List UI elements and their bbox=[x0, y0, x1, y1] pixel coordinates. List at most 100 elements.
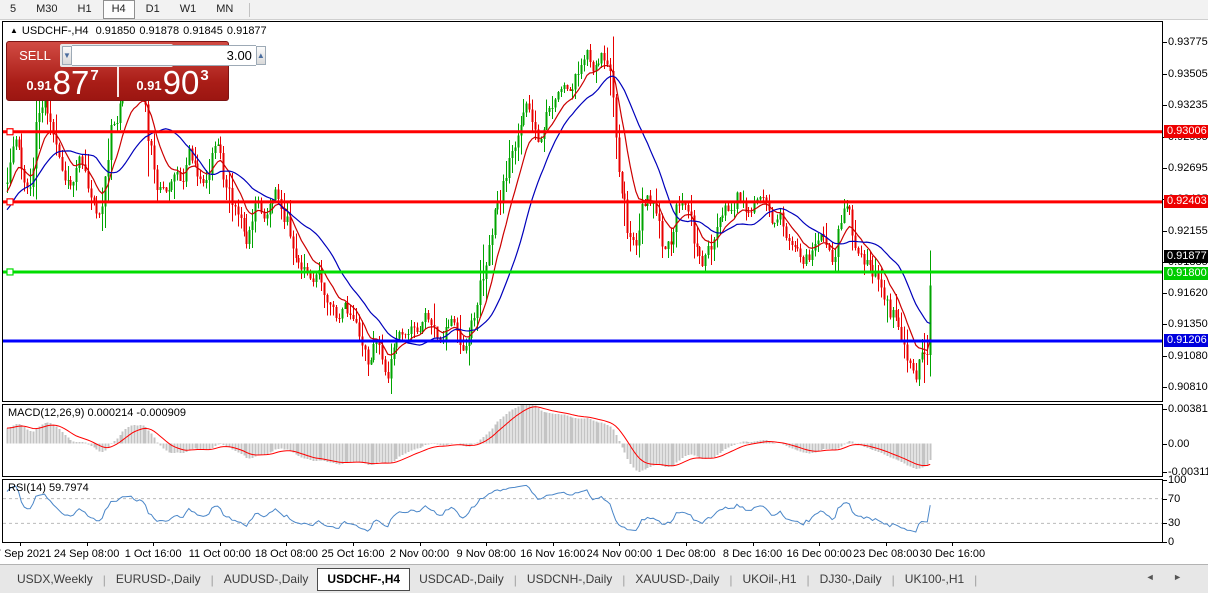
volume-input[interactable] bbox=[71, 45, 256, 66]
chart-tab-ukoil-h1[interactable]: UKOil-,H1 bbox=[734, 570, 806, 589]
price-tick-label: 0.91080 bbox=[1168, 349, 1208, 362]
tab-scroll-arrows[interactable]: ◄ ► bbox=[1146, 572, 1190, 582]
price-tick-mark bbox=[1163, 324, 1167, 326]
price-tick-label: 0.93505 bbox=[1168, 67, 1208, 80]
ohlc-close: 0.91877 bbox=[226, 25, 267, 37]
rsi-header: RSI(14) 59.7974 bbox=[8, 482, 89, 494]
sell-button[interactable]: SELL bbox=[11, 45, 59, 66]
price-tick-mark bbox=[1163, 42, 1167, 44]
timeframe-button-5[interactable]: 5 bbox=[1, 0, 25, 19]
chart-tab-dj30-daily[interactable]: DJ30-,Daily bbox=[811, 570, 891, 589]
sell-price-big: 87 bbox=[52, 64, 90, 101]
time-tick-mark bbox=[153, 543, 155, 546]
price-tick-mark bbox=[1163, 355, 1167, 357]
time-axis-label: 30 Dec 16:00 bbox=[919, 548, 986, 560]
buy-button[interactable]: BUY bbox=[174, 45, 224, 66]
price-tick-mark bbox=[1163, 105, 1167, 107]
price-tick-label: 0.92695 bbox=[1168, 161, 1208, 174]
price-badge-0.91800: 0.91800 bbox=[1164, 266, 1208, 280]
one-click-trade-panel: SELL ▼ ▲ BUY 0.91877 0.91903 bbox=[6, 41, 266, 101]
chart-tab-uk100-h1[interactable]: UK100-,H1 bbox=[896, 570, 973, 589]
price-tick-mark bbox=[1163, 292, 1167, 294]
time-tick-mark bbox=[219, 543, 221, 546]
time-tick-mark bbox=[686, 543, 687, 546]
timeframe-button-h1[interactable]: H1 bbox=[69, 0, 101, 19]
timeframe-button-mn[interactable]: MN bbox=[207, 0, 242, 19]
timeframe-toolbar: 5 M30 H1 H4 D1 W1 MN bbox=[0, 0, 1208, 20]
timeframe-button-d1[interactable]: D1 bbox=[137, 0, 169, 19]
toolbar-separator bbox=[249, 2, 251, 17]
price-tick-label: 0.91350 bbox=[1168, 318, 1208, 331]
price-tick-mark bbox=[1163, 230, 1167, 232]
time-tick-mark bbox=[819, 543, 821, 546]
chart-title: USDCHF-,H4 bbox=[21, 25, 89, 37]
chart-tab-xauusd-daily[interactable]: XAUUSD-,Daily bbox=[626, 570, 728, 589]
chart-tab-usdx-weekly[interactable]: USDX,Weekly bbox=[8, 570, 102, 589]
time-tick-mark bbox=[286, 543, 288, 546]
price-tick-label: 0.90810 bbox=[1168, 381, 1208, 394]
timeframe-button-w1[interactable]: W1 bbox=[171, 0, 206, 19]
chart-tab-eurusd-daily[interactable]: EURUSD-,Daily bbox=[107, 570, 210, 589]
chart-tab-usdchf-h4[interactable]: USDCHF-,H4 bbox=[317, 568, 411, 591]
buy-price-big: 90 bbox=[162, 64, 200, 101]
tab-separator: | bbox=[622, 572, 626, 587]
timeframe-button-h4[interactable]: H4 bbox=[102, 0, 135, 19]
chart-header: ▲ USDCHF-,H4 0.91850 0.91878 0.91845 0.91877 bbox=[10, 25, 271, 37]
timeframe-button-m30[interactable]: M30 bbox=[27, 0, 66, 19]
price-tick-mark bbox=[1163, 73, 1167, 75]
tab-separator: | bbox=[513, 572, 517, 587]
chart-tab-usdcnh-daily[interactable]: USDCNH-,Daily bbox=[518, 570, 621, 589]
time-tick-mark bbox=[86, 543, 88, 546]
tab-separator: | bbox=[806, 572, 810, 587]
time-tick-mark bbox=[486, 543, 488, 546]
price-tick-mark bbox=[1163, 167, 1167, 169]
price-badge-0.93006: 0.93006 bbox=[1164, 124, 1208, 138]
tab-separator: | bbox=[210, 572, 214, 587]
price-badge-0.91877: 0.91877 bbox=[1164, 250, 1208, 263]
buy-price-prefix: 0.91 bbox=[136, 78, 162, 93]
macd-tick-mark bbox=[1163, 408, 1167, 410]
sell-price-prefix: 0.91 bbox=[26, 78, 52, 93]
rsi-tick-mark bbox=[1163, 498, 1167, 500]
tab-separator: | bbox=[974, 572, 978, 587]
price-tick-label: 0.93775 bbox=[1168, 36, 1208, 49]
rsi-tick-mark bbox=[1163, 523, 1167, 525]
price-badge-0.92403: 0.92403 bbox=[1164, 194, 1208, 208]
macd-header: MACD(12,26,9) 0.000214 -0.000909 bbox=[8, 407, 186, 419]
chart-tab-usdcad-daily[interactable]: USDCAD-,Daily bbox=[410, 570, 513, 589]
buy-price-sup: 3 bbox=[200, 67, 209, 84]
time-tick-mark bbox=[752, 543, 754, 546]
time-tick-mark bbox=[619, 543, 621, 546]
macd-axis-label: 0.00 bbox=[1168, 437, 1190, 450]
macd-tick-mark bbox=[1163, 443, 1167, 445]
sell-price-sup: 7 bbox=[90, 67, 99, 84]
rsi-pane: RSI(14) 59.7974 bbox=[2, 479, 1163, 543]
rsi-tick-mark bbox=[1163, 480, 1167, 481]
tab-separator: | bbox=[729, 572, 733, 587]
rsi-tick-mark bbox=[1163, 542, 1167, 543]
macd-axis-label: 0.003811 bbox=[1168, 402, 1208, 415]
chart-tab-bar: USDX,Weekly | EURUSD-,Daily | AUDUSD-,Daily U… bbox=[0, 564, 1208, 593]
time-tick-mark bbox=[353, 543, 354, 546]
ohlc-open: 0.91850 bbox=[95, 25, 136, 37]
volume-increase-button[interactable]: ▲ bbox=[255, 46, 266, 65]
time-tick-mark bbox=[419, 543, 421, 546]
time-tick-mark bbox=[885, 543, 887, 546]
time-tick-mark bbox=[952, 543, 954, 546]
chart-tab-audusd-daily[interactable]: AUDUSD-,Daily bbox=[215, 570, 318, 589]
ohlc-low: 0.91845 bbox=[183, 25, 223, 37]
buy-price-display[interactable]: 0.91 90 3 bbox=[118, 64, 227, 101]
price-tick-mark bbox=[1163, 387, 1167, 389]
time-tick-mark bbox=[20, 543, 21, 546]
sell-price-display[interactable]: 0.91 87 7 bbox=[8, 64, 117, 101]
volume-decrease-button[interactable]: ▼ bbox=[62, 46, 72, 65]
main-chart-pane: ▲ USDCHF-,H4 0.91850 0.91878 0.91845 0.91877… bbox=[2, 21, 1163, 402]
collapse-triangle-icon[interactable]: ▲ bbox=[10, 26, 18, 35]
rsi-axis-label: 70 bbox=[1168, 492, 1181, 505]
ohlc-high: 0.91878 bbox=[139, 25, 180, 37]
trading-platform-window: 5 M30 H1 H4 D1 W1 MN ▲ USDCHF-,H4 0.91850 0.9187… bbox=[0, 0, 1208, 593]
rsi-canvas bbox=[3, 484, 1162, 533]
rsi-axis-label: 0 bbox=[1168, 536, 1175, 548]
price-badge-0.91206: 0.91206 bbox=[1164, 334, 1208, 347]
macd-tick-mark bbox=[1163, 472, 1167, 474]
